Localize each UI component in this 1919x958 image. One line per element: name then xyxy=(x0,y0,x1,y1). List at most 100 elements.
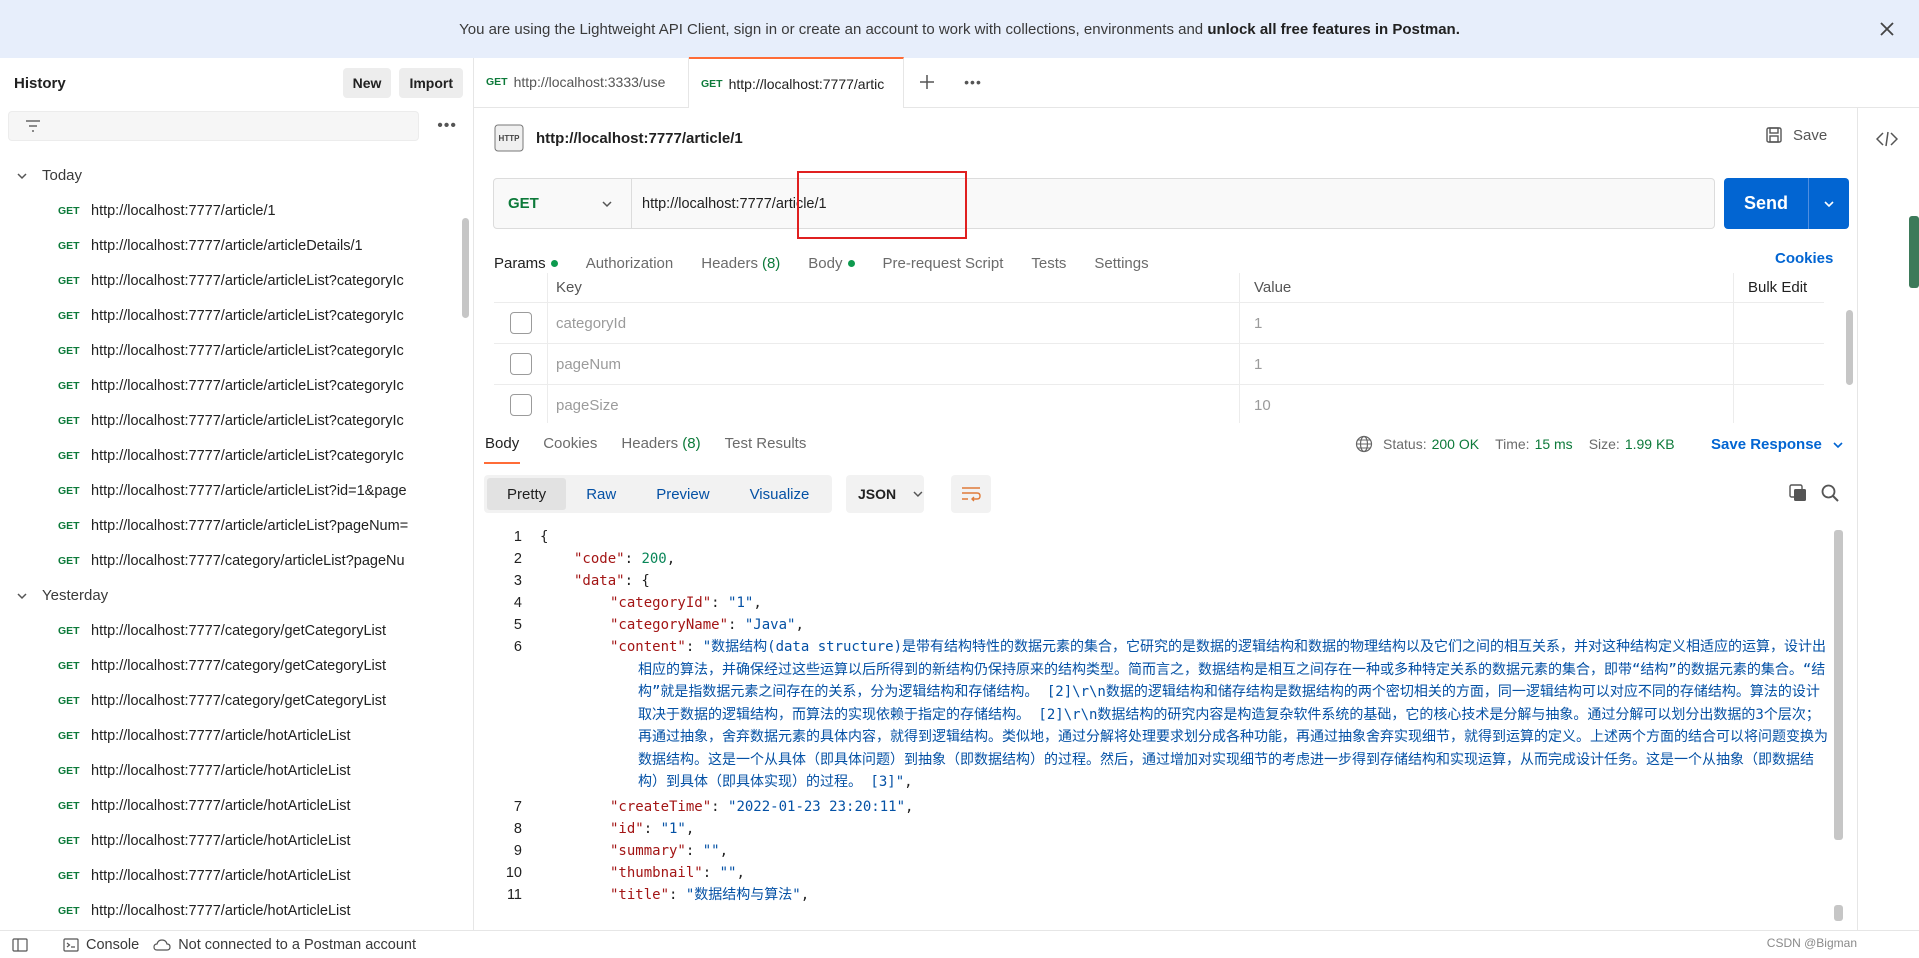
history-item[interactable]: GET http://localhost:7777/article/hotArti… xyxy=(0,893,462,928)
history-item[interactable]: GET http://localhost:7777/category/getCat… xyxy=(0,683,462,718)
history-item[interactable]: GET http://localhost:7777/article/hotArti… xyxy=(0,718,462,753)
send-dropdown[interactable] xyxy=(1809,178,1849,229)
tab-params[interactable]: Params xyxy=(494,255,558,272)
search-icon[interactable] xyxy=(1820,483,1840,503)
request-tab[interactable]: GET http://localhost:3333/use xyxy=(474,57,689,107)
close-icon[interactable] xyxy=(1877,19,1897,39)
tab-more-icon[interactable]: ••• xyxy=(950,57,996,107)
cookies-link[interactable]: Cookies xyxy=(1775,250,1833,267)
param-value[interactable]: 1 xyxy=(1240,303,1734,343)
history-item[interactable]: GET http://localhost:7777/article/article… xyxy=(0,298,462,333)
history-item[interactable]: GET http://localhost:7777/article/article… xyxy=(0,263,462,298)
size-value[interactable]: 1.99 KB xyxy=(1625,436,1675,452)
request-tab-active[interactable]: GET http://localhost:7777/artic xyxy=(689,57,904,108)
console-button[interactable]: Console xyxy=(63,937,139,953)
response-tab-cookies[interactable]: Cookies xyxy=(542,428,598,464)
code-scrollbar[interactable] xyxy=(1834,530,1843,840)
param-desc-cell xyxy=(1734,344,1824,384)
history-item[interactable]: GET http://localhost:7777/article/article… xyxy=(0,508,462,543)
account-status[interactable]: Not connected to a Postman account xyxy=(153,937,416,953)
format-select[interactable]: JSON xyxy=(846,475,924,513)
history-item[interactable]: GET http://localhost:7777/article/1 xyxy=(0,193,462,228)
history-item[interactable]: GET http://localhost:7777/article/hotArti… xyxy=(0,858,462,893)
view-pretty[interactable]: Pretty xyxy=(487,478,567,510)
response-tab-headers[interactable]: Headers (8) xyxy=(620,428,701,464)
request-title[interactable]: http://localhost:7777/article/1 xyxy=(536,130,743,147)
new-button[interactable]: New xyxy=(342,68,392,98)
save-icon xyxy=(1766,127,1782,143)
globe-icon[interactable] xyxy=(1355,435,1373,453)
history-item[interactable]: GET http://localhost:7777/article/article… xyxy=(0,438,462,473)
save-button[interactable]: Save xyxy=(1765,126,1827,144)
code-scrollbar-end[interactable] xyxy=(1834,905,1843,921)
param-key[interactable]: pageSize xyxy=(548,385,1240,423)
tab-tests[interactable]: Tests xyxy=(1031,255,1066,272)
tab-headers[interactable]: Headers (8) xyxy=(701,255,780,272)
new-tab-button[interactable] xyxy=(904,57,950,107)
history-item[interactable]: GET http://localhost:7777/category/articl… xyxy=(0,543,462,578)
sidebar-header: History New Import xyxy=(0,58,473,108)
response-tab-body[interactable]: Body xyxy=(484,428,521,464)
copy-icon[interactable] xyxy=(1788,483,1808,503)
param-checkbox[interactable] xyxy=(509,353,532,375)
history-item[interactable]: GET http://localhost:7777/article/article… xyxy=(0,403,462,438)
rail-handle[interactable] xyxy=(1909,216,1919,288)
history-item[interactable]: GET http://localhost:7777/article/hotArti… xyxy=(0,753,462,788)
method-badge: GET xyxy=(58,344,80,357)
method-badge: GET xyxy=(58,799,80,812)
tab-authorization[interactable]: Authorization xyxy=(586,255,674,272)
history-item[interactable]: GET http://localhost:7777/article/article… xyxy=(0,473,462,508)
tab-label: http://localhost:7777/artic xyxy=(728,75,885,92)
param-value[interactable]: 1 xyxy=(1240,344,1734,384)
param-key[interactable]: pageNum xyxy=(548,344,1240,384)
line-number: 4 xyxy=(513,595,522,611)
history-item[interactable]: GET http://localhost:7777/category/getCat… xyxy=(0,613,462,648)
params-check-cell xyxy=(494,344,548,384)
history-group-today[interactable]: Today xyxy=(0,158,462,193)
wrap-icon xyxy=(962,487,981,502)
tab-prerequest-script[interactable]: Pre-request Script xyxy=(883,255,1004,272)
params-header-check-cell xyxy=(494,273,548,302)
method-badge: GET xyxy=(58,274,80,287)
history-item[interactable]: GET http://localhost:7777/article/article… xyxy=(0,333,462,368)
response-body-viewer[interactable]: 1{ 2 "code": 200, 3 "data": { 4 "categoryId… xyxy=(484,528,1832,920)
view-raw[interactable]: Raw xyxy=(566,478,636,510)
view-visualize[interactable]: Visualize xyxy=(730,478,830,510)
history-item[interactable]: GET http://localhost:7777/article/article… xyxy=(0,368,462,403)
history-item[interactable]: GET http://localhost:7777/article/hotArti… xyxy=(0,823,462,858)
param-checkbox[interactable] xyxy=(509,312,532,334)
send-button[interactable]: Send xyxy=(1724,178,1849,229)
line-content: "content": "数据结构(data structure)是带有结构特性的… xyxy=(610,639,1828,790)
time-value[interactable]: 15 ms xyxy=(1535,436,1573,452)
wrap-lines-button[interactable] xyxy=(951,475,991,513)
more-options-icon[interactable]: ••• xyxy=(429,117,465,135)
account-status-label: Not connected to a Postman account xyxy=(178,936,416,953)
code-icon[interactable] xyxy=(1876,130,1898,148)
method-badge: GET xyxy=(58,694,80,707)
status-value[interactable]: 200 OK xyxy=(1432,436,1479,452)
history-item[interactable]: GET http://localhost:7777/category/getCat… xyxy=(0,648,462,683)
view-preview[interactable]: Preview xyxy=(636,478,729,510)
bulk-edit-button[interactable]: Bulk Edit xyxy=(1734,273,1824,302)
param-value[interactable]: 10 xyxy=(1240,385,1734,423)
history-group-yesterday[interactable]: Yesterday xyxy=(0,578,462,613)
tab-body[interactable]: Body xyxy=(808,254,855,272)
history-item[interactable]: GET http://localhost:7777/article/hotArti… xyxy=(0,788,462,823)
method-select[interactable]: GET xyxy=(494,179,632,228)
param-checkbox[interactable] xyxy=(509,394,532,416)
params-scrollbar[interactable] xyxy=(1846,310,1853,385)
import-button[interactable]: Import xyxy=(399,68,463,98)
tab-label: Body xyxy=(808,254,843,272)
history-item[interactable]: GET http://localhost:7777/article/article… xyxy=(0,228,462,263)
sidebar-scrollbar[interactable] xyxy=(462,218,469,318)
toggle-sidebar-button[interactable] xyxy=(12,937,35,952)
save-response-button[interactable]: Save Response xyxy=(1711,436,1844,453)
response-tabs: Body Cookies Headers (8) Test Results xyxy=(484,428,829,464)
response-tab-test-results[interactable]: Test Results xyxy=(724,428,808,464)
method-badge: GET xyxy=(701,77,723,90)
history-item-url: http://localhost:7777/article/hotArticle… xyxy=(91,797,351,814)
param-key[interactable]: categoryId xyxy=(548,303,1240,343)
tab-settings[interactable]: Settings xyxy=(1094,255,1148,272)
url-input[interactable] xyxy=(632,179,1714,228)
history-filter-input[interactable] xyxy=(8,111,420,141)
